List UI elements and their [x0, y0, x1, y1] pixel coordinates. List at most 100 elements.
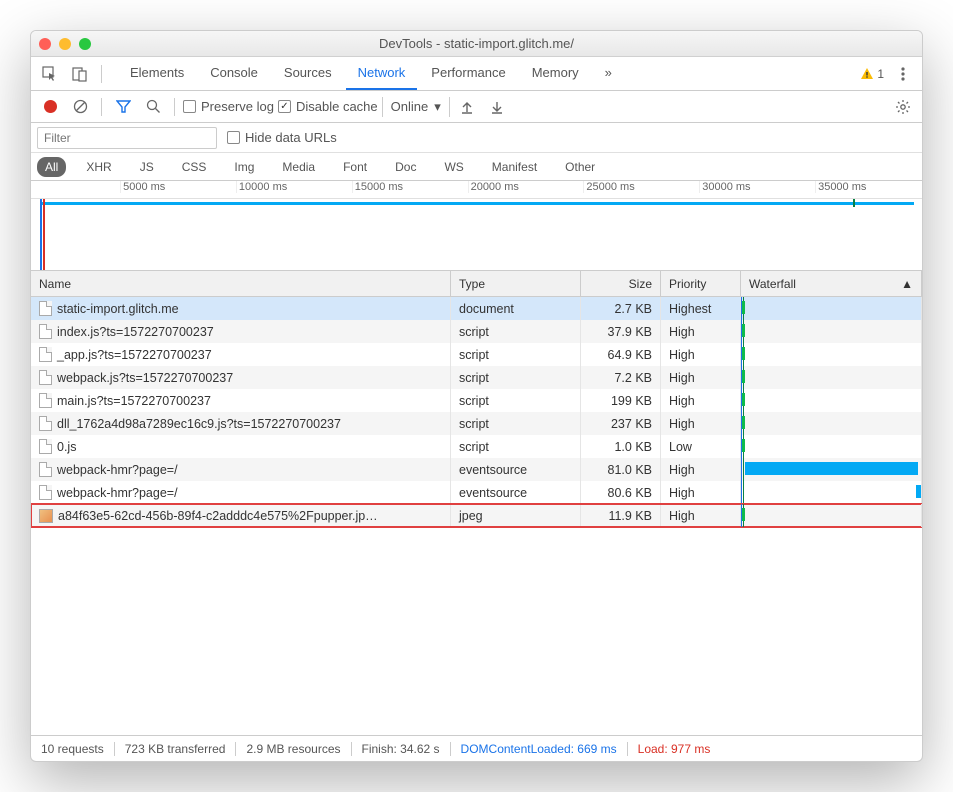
titlebar: DevTools - static-import.glitch.me/	[31, 31, 922, 57]
upload-har-icon[interactable]	[454, 94, 480, 120]
settings-icon[interactable]	[890, 94, 916, 120]
filter-media[interactable]: Media	[274, 157, 323, 177]
window-title: DevTools - static-import.glitch.me/	[31, 36, 922, 51]
filter-font[interactable]: Font	[335, 157, 375, 177]
divider	[174, 98, 175, 116]
request-name: webpack.js?ts=1572270700237	[57, 371, 233, 385]
request-waterfall	[741, 412, 922, 435]
record-button[interactable]	[37, 94, 63, 120]
table-row[interactable]: webpack.js?ts=1572270700237script7.2 KBH…	[31, 366, 922, 389]
tab-memory[interactable]: Memory	[520, 57, 591, 90]
timeline-ruler[interactable]: 5000 ms 10000 ms 15000 ms 20000 ms 25000…	[31, 181, 922, 199]
type-filter-bar: All XHR JS CSS Img Media Font Doc WS Man…	[31, 153, 922, 181]
table-row[interactable]: a84f63e5-62cd-456b-89f4-c2adddc4e575%2Fp…	[31, 504, 922, 527]
hide-data-urls-checkbox[interactable]: Hide data URLs	[227, 130, 337, 145]
inspect-element-icon[interactable]	[37, 61, 63, 87]
filter-other[interactable]: Other	[557, 157, 603, 177]
filter-css[interactable]: CSS	[174, 157, 215, 177]
tab-performance[interactable]: Performance	[419, 57, 517, 90]
download-har-icon[interactable]	[484, 94, 510, 120]
warning-count: 1	[877, 67, 884, 81]
table-row[interactable]: 0.jsscript1.0 KBLow	[31, 435, 922, 458]
search-icon[interactable]	[140, 94, 166, 120]
filter-bar: Hide data URLs	[31, 123, 922, 153]
request-priority: Highest	[661, 297, 741, 320]
tab-overflow[interactable]: »	[593, 57, 624, 90]
request-type: script	[451, 435, 581, 458]
request-size: 37.9 KB	[581, 320, 661, 343]
request-type: script	[451, 389, 581, 412]
table-row[interactable]: index.js?ts=1572270700237script37.9 KBHi…	[31, 320, 922, 343]
device-toolbar-icon[interactable]	[67, 61, 93, 87]
devtools-window: DevTools - static-import.glitch.me/ Elem…	[30, 30, 923, 762]
request-name: dll_1762a4d98a7289ec16c9.js?ts=157227070…	[57, 417, 341, 431]
column-type[interactable]: Type	[451, 271, 581, 296]
tab-elements[interactable]: Elements	[118, 57, 196, 90]
network-toolbar: Preserve log Disable cache Online ▾	[31, 91, 922, 123]
filter-ws[interactable]: WS	[436, 157, 471, 177]
tab-sources[interactable]: Sources	[272, 57, 344, 90]
column-name[interactable]: Name	[31, 271, 451, 296]
checkbox-icon	[183, 100, 196, 113]
request-size: 64.9 KB	[581, 343, 661, 366]
warning-icon	[860, 67, 874, 81]
request-waterfall	[741, 435, 922, 458]
request-size: 7.2 KB	[581, 366, 661, 389]
clear-button[interactable]	[67, 94, 93, 120]
request-waterfall	[741, 297, 922, 320]
more-menu-icon[interactable]	[890, 61, 916, 87]
request-priority: High	[661, 504, 741, 527]
preserve-log-checkbox[interactable]: Preserve log	[183, 99, 274, 114]
filter-xhr[interactable]: XHR	[78, 157, 119, 177]
request-size: 1.0 KB	[581, 435, 661, 458]
table-row[interactable]: webpack-hmr?page=/eventsource81.0 KBHigh	[31, 458, 922, 481]
request-size: 237 KB	[581, 412, 661, 435]
file-icon	[39, 485, 52, 500]
request-priority: High	[661, 412, 741, 435]
filter-manifest[interactable]: Manifest	[484, 157, 545, 177]
tab-console[interactable]: Console	[198, 57, 270, 90]
main-tabbar: Elements Console Sources Network Perform…	[31, 57, 922, 91]
file-icon	[39, 347, 52, 362]
table-row[interactable]: dll_1762a4d98a7289ec16c9.js?ts=157227070…	[31, 412, 922, 435]
request-type: script	[451, 412, 581, 435]
filter-toggle-icon[interactable]	[110, 94, 136, 120]
filter-all[interactable]: All	[37, 157, 66, 177]
status-finish: Finish: 34.62 s	[352, 742, 451, 756]
column-size[interactable]: Size	[581, 271, 661, 296]
filter-doc[interactable]: Doc	[387, 157, 424, 177]
table-row[interactable]: _app.js?ts=1572270700237script64.9 KBHig…	[31, 343, 922, 366]
status-transferred: 723 KB transferred	[115, 742, 237, 756]
filter-input[interactable]	[37, 127, 217, 149]
request-name: 0.js	[57, 440, 76, 454]
request-type: jpeg	[451, 504, 581, 527]
file-icon	[39, 439, 52, 454]
chevron-down-icon: ▾	[434, 99, 441, 115]
request-priority: High	[661, 458, 741, 481]
request-table[interactable]: static-import.glitch.medocument2.7 KBHig…	[31, 297, 922, 735]
column-priority[interactable]: Priority	[661, 271, 741, 296]
request-priority: High	[661, 343, 741, 366]
column-waterfall[interactable]: Waterfall ▲	[741, 271, 922, 296]
minimize-window[interactable]	[59, 38, 71, 50]
request-type: eventsource	[451, 458, 581, 481]
tab-network[interactable]: Network	[346, 57, 418, 90]
file-icon	[39, 416, 52, 431]
timeline-overview[interactable]	[31, 199, 922, 271]
table-row[interactable]: static-import.glitch.medocument2.7 KBHig…	[31, 297, 922, 320]
request-type: script	[451, 366, 581, 389]
table-row[interactable]: webpack-hmr?page=/eventsource80.6 KBHigh	[31, 481, 922, 504]
close-window[interactable]	[39, 38, 51, 50]
table-row[interactable]: main.js?ts=1572270700237script199 KBHigh	[31, 389, 922, 412]
file-icon	[39, 324, 52, 339]
request-waterfall	[741, 343, 922, 366]
maximize-window[interactable]	[79, 38, 91, 50]
throttle-select[interactable]: Online ▾	[382, 97, 450, 117]
checkbox-icon	[227, 131, 240, 144]
status-resources: 2.9 MB resources	[236, 742, 351, 756]
request-type: eventsource	[451, 481, 581, 504]
filter-img[interactable]: Img	[226, 157, 262, 177]
warning-badge[interactable]: 1	[860, 67, 884, 81]
filter-js[interactable]: JS	[132, 157, 162, 177]
disable-cache-checkbox[interactable]: Disable cache	[278, 99, 378, 114]
